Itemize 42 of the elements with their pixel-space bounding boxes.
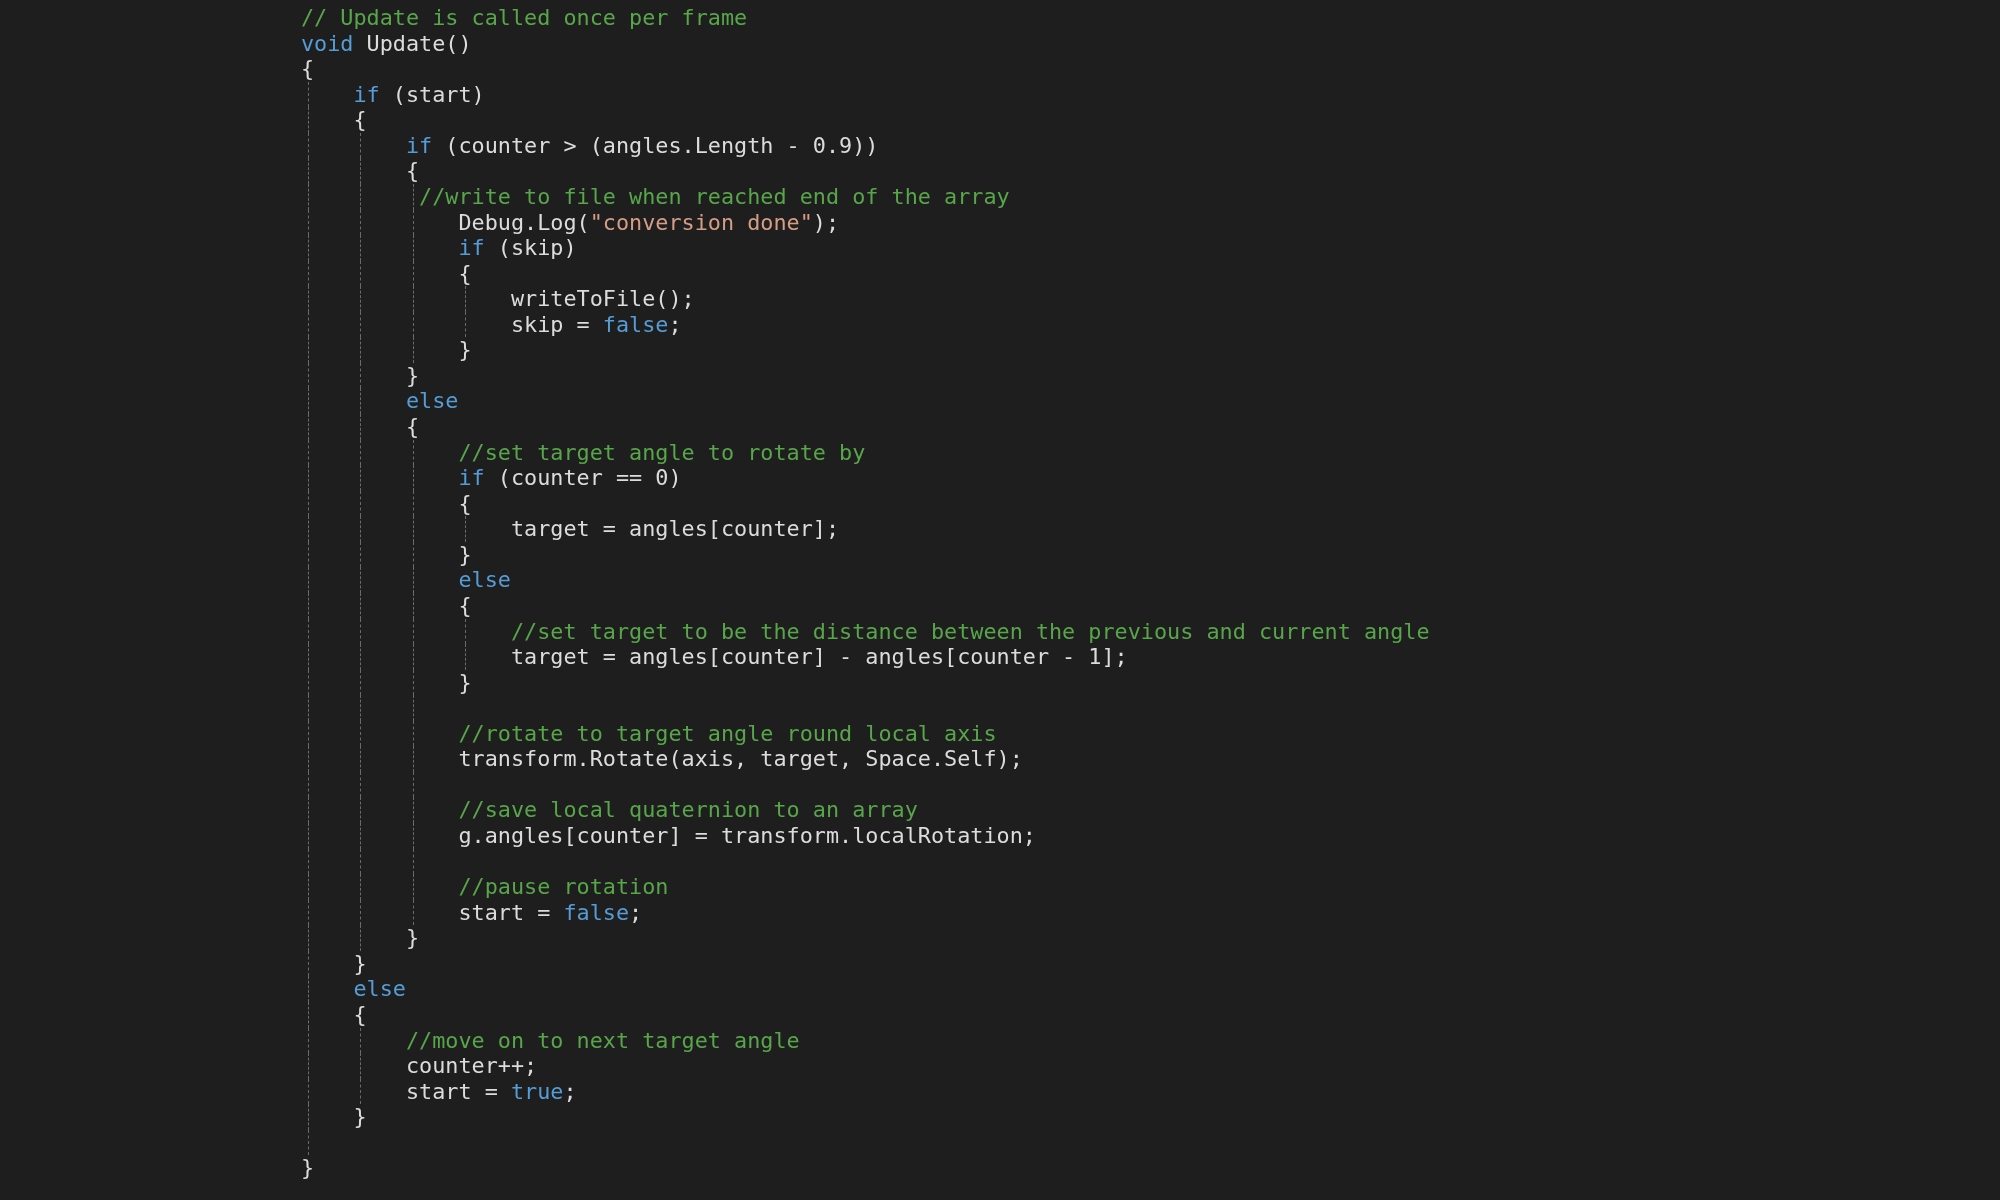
code-line: if (start) bbox=[352, 81, 485, 107]
code-line: { bbox=[352, 1001, 367, 1027]
code-line: // Update is called once per frame bbox=[301, 5, 748, 30]
code-line: { bbox=[404, 158, 420, 184]
code-line: skip = false; bbox=[509, 311, 682, 337]
code-line: { bbox=[352, 107, 367, 133]
code-line: target = angles[counter] - angles[counter - 1]; bbox=[509, 644, 1128, 670]
code-line: if (counter == 0) bbox=[457, 465, 682, 491]
code-line: //rotate to target angle round local axis bbox=[457, 720, 997, 746]
code-line: g.angles[counter] = transform.localRotation; bbox=[457, 823, 1036, 848]
code-line: //set target to be the distance between the previous and current angle bbox=[509, 618, 1430, 644]
code-line: //move on to next target angle bbox=[404, 1027, 800, 1053]
code-line: { bbox=[457, 490, 472, 516]
code-line: Debug.Log("conversion done"); bbox=[457, 209, 840, 235]
code-line: } bbox=[352, 1104, 367, 1130]
code-line: else bbox=[352, 976, 406, 1002]
code-line: //write to file when reached end of the array bbox=[418, 183, 1010, 209]
code-line: //pause rotation bbox=[457, 874, 669, 900]
code-line: } bbox=[301, 1155, 315, 1181]
code-line: //save local quaternion to an array bbox=[457, 797, 918, 823]
code-line: if (counter > (angles.Length - 0.9)) bbox=[404, 132, 879, 158]
code-line: void Update() bbox=[301, 30, 472, 56]
code-line: transform.Rotate(axis, target, Space.Self); bbox=[457, 746, 1023, 772]
code-line: } bbox=[457, 669, 472, 695]
code-line: } bbox=[404, 362, 420, 388]
code-line: if (skip) bbox=[457, 235, 577, 261]
code-line: else bbox=[457, 567, 511, 593]
code-line: } bbox=[457, 337, 472, 363]
code-line: start = false; bbox=[457, 899, 643, 925]
code-line: } bbox=[404, 925, 420, 951]
code-line: { bbox=[457, 592, 472, 618]
code-line: start = true; bbox=[404, 1078, 577, 1104]
code-line: else bbox=[404, 388, 459, 414]
code-line: //set target angle to rotate by bbox=[457, 439, 866, 465]
code-line: { bbox=[457, 260, 472, 286]
code-line: target = angles[counter]; bbox=[509, 516, 840, 542]
code-line: writeToFile(); bbox=[509, 286, 695, 312]
code-line: } bbox=[352, 950, 367, 976]
code-line: counter++; bbox=[404, 1053, 538, 1079]
code-line: { bbox=[404, 414, 420, 439]
code-line: { bbox=[301, 56, 315, 82]
code-line: } bbox=[457, 541, 472, 567]
